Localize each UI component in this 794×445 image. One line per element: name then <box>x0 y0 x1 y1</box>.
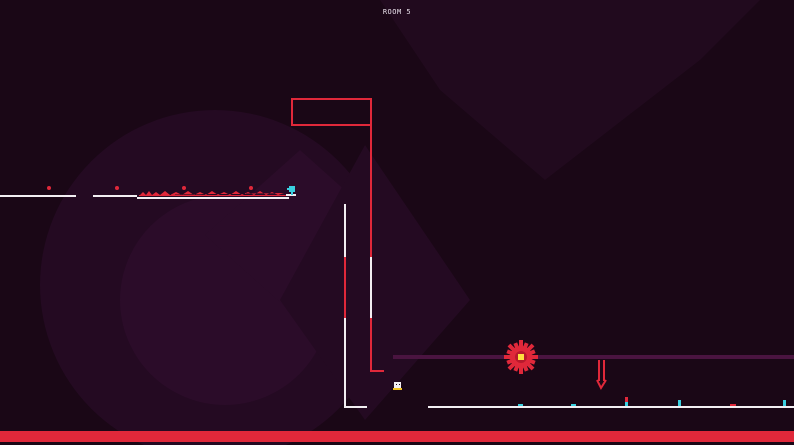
left-wall-red <box>344 257 346 318</box>
cyan-pad <box>571 404 576 406</box>
platform-2 <box>93 195 137 197</box>
right-floor <box>428 406 794 408</box>
left-wall-white-top <box>344 204 346 257</box>
spinning-saw-blade-icon <box>504 340 538 374</box>
platform-3 <box>137 197 289 199</box>
cyan-post <box>678 400 681 406</box>
game-scene <box>0 0 794 445</box>
right-wall-white <box>370 257 372 318</box>
laser-track <box>393 355 794 359</box>
bg-diamond-top <box>380 0 760 180</box>
red-marker <box>625 397 628 402</box>
spike-dot <box>182 186 186 190</box>
bottom-hazard-bar <box>0 431 794 442</box>
room-label: ROOM 5 <box>382 8 412 16</box>
floor-items <box>518 397 786 406</box>
background-shapes <box>40 0 760 445</box>
cyan-pad <box>518 404 523 406</box>
left-wall-white-bottom <box>344 318 346 408</box>
spike-dot <box>47 186 51 190</box>
hazard-box <box>291 98 372 126</box>
player-character-icon[interactable] <box>393 382 402 390</box>
spike-dot <box>249 186 253 190</box>
platform-3-red-edge <box>139 195 287 196</box>
cyan-marker <box>625 402 628 406</box>
platform-1 <box>0 195 76 197</box>
red-pad <box>730 404 736 406</box>
shaft-floor <box>344 406 367 408</box>
spike-dot <box>115 186 119 190</box>
cyan-post <box>783 400 786 406</box>
downward-arrow-spike-icon <box>596 360 607 391</box>
